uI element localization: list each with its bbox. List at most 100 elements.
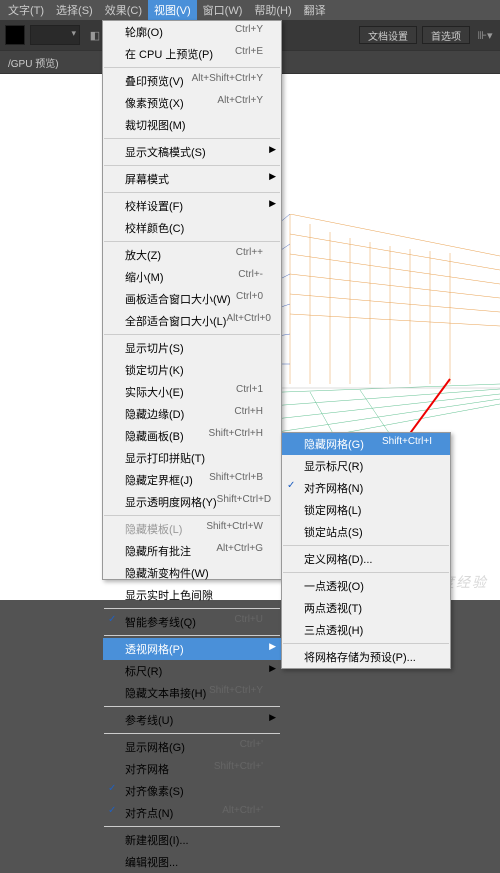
view-item-37[interactable]: 隐藏文本串接(H)Shift+Ctrl+Y	[103, 682, 281, 704]
view-item-12[interactable]: 校样颜色(C)	[103, 217, 281, 239]
view-item-22[interactable]: 隐藏边缘(D)Ctrl+H	[103, 403, 281, 425]
doc-setup-button[interactable]: 文档设置	[359, 26, 417, 44]
view-item-19[interactable]: 显示切片(S)	[103, 337, 281, 359]
view-item-17[interactable]: 全部适合窗口大小(L)Alt+Ctrl+0	[103, 310, 281, 332]
shortcut: Shift+Ctrl+I	[382, 436, 432, 452]
persp-item-12[interactable]: 将网格存储为预设(P)...	[282, 646, 450, 668]
view-sep-6	[104, 138, 280, 139]
view-item-9[interactable]: 屏幕模式▶	[103, 168, 281, 190]
persp-item-3[interactable]: 锁定网格(L)	[282, 499, 450, 521]
menu-label: 缩小(M)	[125, 269, 164, 285]
menu-label: 两点透视(T)	[304, 600, 362, 616]
menu-bar: 文字(T)选择(S)效果(C)视图(V)窗口(W)帮助(H)翻译	[0, 0, 500, 20]
shortcut: Ctrl++	[236, 247, 263, 263]
persp-item-4[interactable]: 锁定站点(S)	[282, 521, 450, 543]
check-icon: ✓	[108, 805, 116, 816]
view-item-30[interactable]: 隐藏渐变构件(W)	[103, 562, 281, 584]
persp-item-10[interactable]: 三点透视(H)	[282, 619, 450, 641]
menu-label: 锁定站点(S)	[304, 524, 363, 540]
shortcut: Ctrl+'	[240, 739, 263, 755]
menu-label: 对齐网格(N)	[304, 480, 363, 496]
persp-item-1[interactable]: 显示标尺(R)	[282, 455, 450, 477]
view-item-44[interactable]: ✓对齐点(N)Alt+Ctrl+'	[103, 802, 281, 824]
view-sep-38	[104, 706, 280, 707]
menu-label: 标尺(R)	[125, 663, 162, 679]
persp-item-9[interactable]: 两点透视(T)	[282, 597, 450, 619]
view-menu: 轮廓(O)Ctrl+Y在 CPU 上预览(P)Ctrl+E 叠印预览(V)Alt+…	[102, 20, 282, 580]
shortcut: Alt+Shift+Ctrl+Y	[192, 73, 263, 89]
prefs-button[interactable]: 首选项	[422, 26, 470, 44]
shortcut: Alt+Ctrl+G	[216, 543, 263, 559]
menu-label: 隐藏边缘(D)	[125, 406, 184, 422]
view-item-46[interactable]: 新建视图(I)...	[103, 829, 281, 851]
menu-3[interactable]: 视图(V)	[148, 0, 197, 20]
view-item-35[interactable]: 透视网格(P)▶	[103, 638, 281, 660]
view-item-20[interactable]: 锁定切片(K)	[103, 359, 281, 381]
persp-item-2[interactable]: ✓ 对齐网格(N)	[282, 477, 450, 499]
fill-dropdown[interactable]	[30, 25, 80, 45]
arrange-dropdown[interactable]: ⊪▾	[475, 25, 495, 45]
view-item-25[interactable]: 隐藏定界框(J)Shift+Ctrl+B	[103, 469, 281, 491]
view-item-23[interactable]: 隐藏画板(B)Shift+Ctrl+H	[103, 425, 281, 447]
menu-6[interactable]: 翻译	[298, 0, 332, 20]
view-item-7[interactable]: 显示文稿模式(S)▶	[103, 141, 281, 163]
menu-label: 显示切片(S)	[125, 340, 184, 356]
menu-1[interactable]: 选择(S)	[50, 0, 99, 20]
view-item-0[interactable]: 轮廓(O)Ctrl+Y	[103, 21, 281, 43]
menu-label: 隐藏模板(L)	[125, 521, 182, 537]
view-sep-18	[104, 334, 280, 335]
shortcut: Ctrl+1	[236, 384, 263, 400]
view-item-28: 隐藏模板(L)Shift+Ctrl+W	[103, 518, 281, 540]
submenu-arrow-icon: ▶	[269, 641, 276, 652]
menu-5[interactable]: 帮助(H)	[248, 0, 297, 20]
view-item-24[interactable]: 显示打印拼贴(T)	[103, 447, 281, 469]
view-item-36[interactable]: 标尺(R)▶	[103, 660, 281, 682]
menu-label: 轮廓(O)	[125, 24, 163, 40]
fill-swatch[interactable]	[5, 25, 25, 45]
view-item-41[interactable]: 显示网格(G) Ctrl+'	[103, 736, 281, 758]
view-sep-32	[104, 608, 280, 609]
submenu-arrow-icon: ▶	[269, 712, 276, 723]
view-item-11[interactable]: 校样设置(F)▶	[103, 195, 281, 217]
view-item-29[interactable]: 隐藏所有批注Alt+Ctrl+G	[103, 540, 281, 562]
view-item-26[interactable]: 显示透明度网格(Y)Shift+Ctrl+D	[103, 491, 281, 513]
view-item-15[interactable]: 缩小(M) Ctrl+-	[103, 266, 281, 288]
menu-label: 像素预览(X)	[125, 95, 184, 111]
menu-label: 全部适合窗口大小(L)	[125, 313, 226, 329]
view-item-21[interactable]: 实际大小(E) Ctrl+1	[103, 381, 281, 403]
shortcut: Shift+Ctrl+'	[214, 761, 263, 777]
shortcut: Ctrl+-	[238, 269, 263, 285]
view-item-39[interactable]: 参考线(U)▶	[103, 709, 281, 731]
menu-label: 定义网格(D)...	[304, 551, 372, 567]
shortcut: Ctrl+E	[235, 46, 263, 62]
menu-2[interactable]: 效果(C)	[99, 0, 148, 20]
menu-label: 显示标尺(R)	[304, 458, 363, 474]
check-icon: ✓	[287, 480, 295, 491]
persp-item-8[interactable]: 一点透视(O)	[282, 575, 450, 597]
view-item-47[interactable]: 编辑视图...	[103, 851, 281, 873]
view-item-42[interactable]: 对齐网格Shift+Ctrl+'	[103, 758, 281, 780]
view-sep-13	[104, 241, 280, 242]
persp-item-6[interactable]: 定义网格(D)...	[282, 548, 450, 570]
view-item-14[interactable]: 放大(Z)Ctrl++	[103, 244, 281, 266]
menu-label: 显示透明度网格(Y)	[125, 494, 217, 510]
view-item-43[interactable]: ✓对齐像素(S)	[103, 780, 281, 802]
menu-label: 锁定网格(L)	[304, 502, 361, 518]
menu-0[interactable]: 文字(T)	[2, 0, 50, 20]
view-item-16[interactable]: 画板适合窗口大小(W)Ctrl+0	[103, 288, 281, 310]
menu-4[interactable]: 窗口(W)	[197, 0, 249, 20]
view-item-3[interactable]: 叠印预览(V)Alt+Shift+Ctrl+Y	[103, 70, 281, 92]
view-item-33[interactable]: ✓智能参考线(Q)Ctrl+U	[103, 611, 281, 633]
menu-label: 显示网格(G)	[125, 739, 185, 755]
view-item-4[interactable]: 像素预览(X)Alt+Ctrl+Y	[103, 92, 281, 114]
persp-item-0[interactable]: 隐藏网格(G)Shift+Ctrl+I	[282, 433, 450, 455]
doc-tab-label[interactable]: /GPU 预览)	[8, 55, 59, 70]
view-item-5[interactable]: 裁切视图(M)	[103, 114, 281, 136]
menu-label: 隐藏文本串接(H)	[125, 685, 206, 701]
view-sep-8	[104, 165, 280, 166]
menu-label: 对齐像素(S)	[125, 783, 184, 799]
menu-label: 实际大小(E)	[125, 384, 184, 400]
menu-label: 显示实时上色间隙	[125, 587, 213, 603]
view-item-1[interactable]: 在 CPU 上预览(P)Ctrl+E	[103, 43, 281, 65]
view-item-31[interactable]: 显示实时上色间隙	[103, 584, 281, 606]
